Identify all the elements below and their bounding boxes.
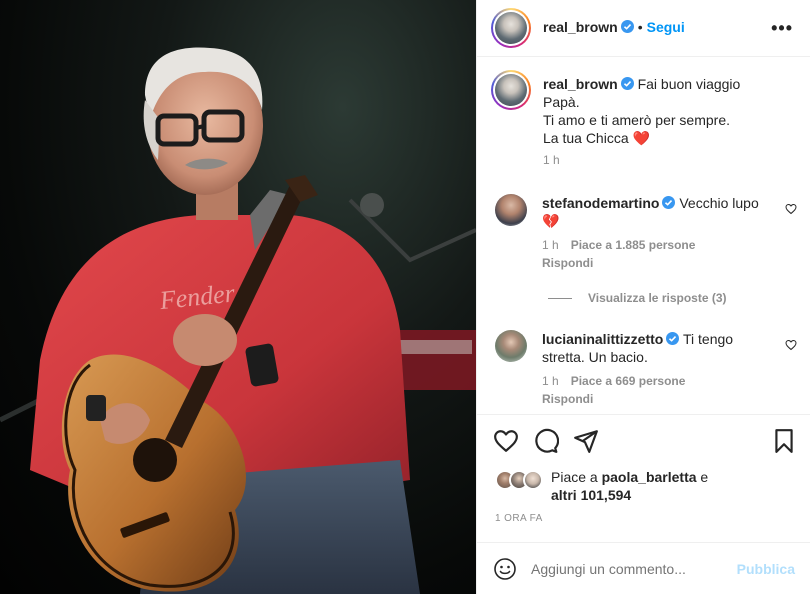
header-meta: real_brown • Segui: [543, 19, 685, 35]
caption-time[interactable]: 1 h: [543, 153, 560, 167]
likes-mid: e: [696, 469, 709, 485]
comment-meta: 1 h Piace a 669 persone: [542, 374, 685, 388]
view-replies-label: Visualizza le risposte (3): [588, 291, 727, 305]
broken-heart-emoji: 💔: [542, 213, 560, 229]
verified-badge-icon: [620, 77, 634, 90]
header-separator: •: [637, 19, 643, 35]
comment-likes[interactable]: Piace a 1.885 persone: [571, 238, 696, 252]
likes-user-link[interactable]: paola_barletta: [602, 469, 697, 485]
comment-body-continued: stretta. Un bacio.: [542, 349, 648, 365]
likes-prefix: Piace a: [551, 469, 602, 485]
likes-text: Piace a paola_barletta e altri 101,594: [551, 468, 791, 504]
comment-avatar[interactable]: [495, 194, 527, 226]
view-replies-divider: [548, 298, 572, 300]
post-photo[interactable]: Fender: [0, 0, 476, 594]
more-options-icon[interactable]: •••: [771, 18, 793, 39]
liker-avatars[interactable]: [495, 470, 545, 490]
follow-button[interactable]: Segui: [647, 19, 685, 35]
comment-username[interactable]: lucianinalittizzetto: [542, 331, 663, 347]
reply-button[interactable]: Rispondi: [542, 392, 593, 406]
comment-body: Vecchio lupo: [679, 195, 759, 211]
post-side-panel: real_brown • Segui ••• real_brown Fai buon…: [476, 0, 810, 594]
comment-likes[interactable]: Piace a 669 persone: [571, 374, 686, 388]
microphone: [360, 193, 384, 217]
comment-body: Ti tengo: [682, 331, 734, 347]
comment-avatar[interactable]: [495, 330, 527, 362]
comment-composer: Pubblica: [477, 542, 810, 594]
verified-badge-icon: [620, 20, 634, 33]
likes-others-link[interactable]: altri 101,594: [551, 487, 631, 503]
caption-line-3: Ti amo e ti amerò per sempre.: [543, 112, 730, 128]
caption-username[interactable]: real_brown: [543, 76, 618, 92]
comment-time[interactable]: 1 h: [542, 238, 559, 252]
red-heart-emoji: ❤️: [632, 130, 650, 146]
comment-text: lucianinalittizzetto Ti tengo stretta. U…: [542, 330, 787, 366]
reply-button[interactable]: Rispondi: [542, 256, 593, 270]
like-comment-heart-icon[interactable]: [785, 339, 797, 351]
action-bar: [477, 414, 810, 466]
comment-input[interactable]: [531, 561, 721, 577]
share-send-icon[interactable]: [573, 428, 599, 454]
caption-line-2: Papà.: [543, 94, 580, 110]
emoji-icon[interactable]: [493, 557, 517, 581]
comment-bubble-icon[interactable]: [533, 428, 559, 454]
comment-username[interactable]: stefanodemartino: [542, 195, 659, 211]
verified-badge-icon: [666, 332, 680, 345]
comment-time[interactable]: 1 h: [542, 374, 559, 388]
author-avatar[interactable]: [491, 8, 531, 48]
like-heart-icon[interactable]: [493, 428, 519, 454]
caption-text: real_brown Fai buon viaggio Papà. Ti amo…: [543, 75, 788, 147]
instagram-post: Fender real_brown • Segui ••• real_brown…: [0, 0, 810, 594]
comment-meta: 1 h Piace a 1.885 persone: [542, 238, 695, 252]
photo-illustration: Fender: [0, 47, 476, 594]
verified-badge-icon: [662, 196, 676, 209]
comment-text: stefanodemartino Vecchio lupo 💔: [542, 194, 787, 230]
like-comment-heart-icon[interactable]: [785, 203, 797, 215]
comments-list: real_brown Fai buon viaggio Papà. Ti amo…: [477, 57, 810, 414]
header-username[interactable]: real_brown: [543, 19, 618, 35]
post-header: real_brown • Segui •••: [477, 0, 810, 57]
caption-avatar[interactable]: [491, 70, 531, 110]
caption-line-1: Fai buon viaggio: [637, 76, 741, 92]
save-bookmark-icon[interactable]: [771, 428, 797, 454]
publish-button[interactable]: Pubblica: [737, 561, 795, 577]
caption-line-4: La tua Chicca: [543, 130, 633, 146]
liker-avatar: [523, 470, 543, 490]
view-replies-button[interactable]: Visualizza le risposte (3): [548, 291, 727, 305]
post-timestamp[interactable]: 1 ORA FA: [495, 513, 543, 524]
